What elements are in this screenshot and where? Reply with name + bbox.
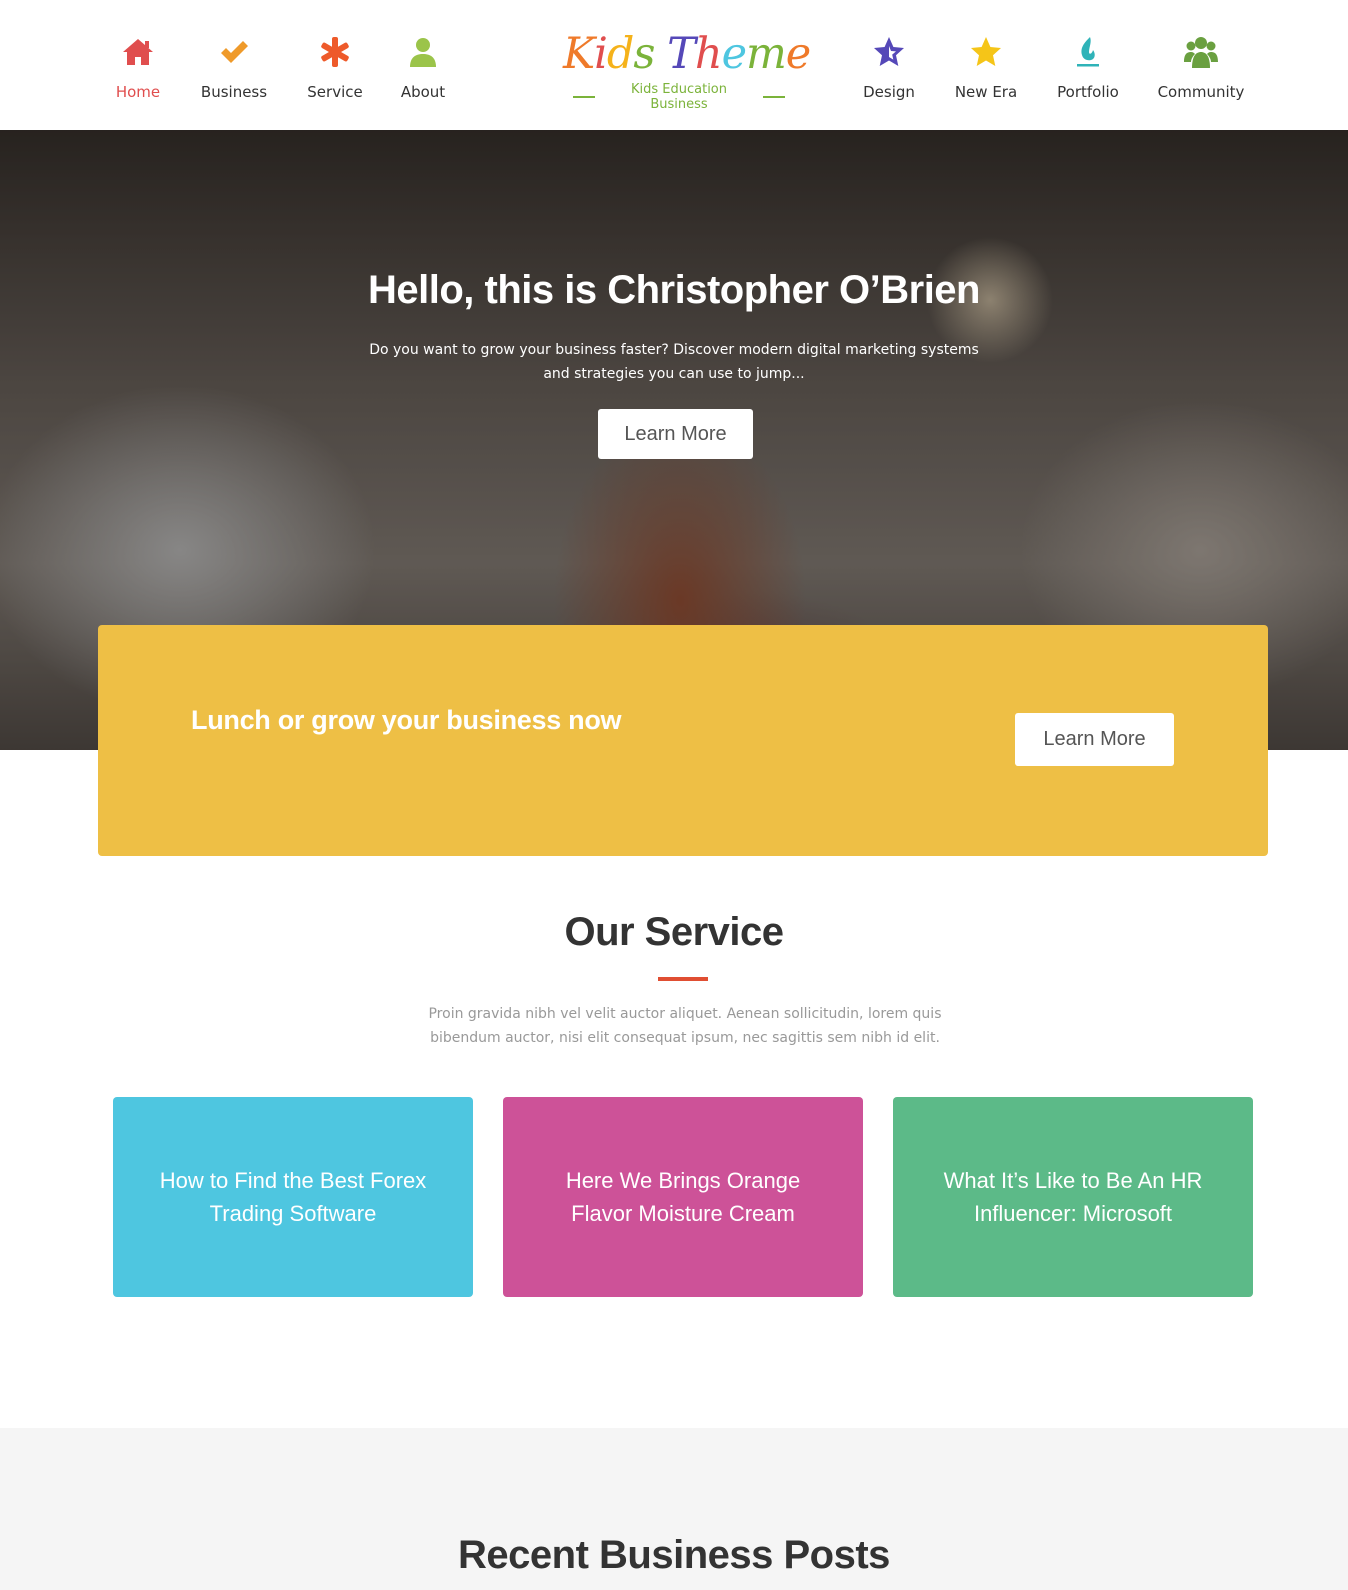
nav-label-design: Design [863,83,915,101]
user-icon [368,34,478,74]
service-card-title: What It’s Like to Be An HR Influencer: M… [943,1168,1203,1226]
star-outline-icon [834,34,944,74]
nav-item-home[interactable]: Home [83,34,193,101]
nav-item-portfolio[interactable]: Portfolio [1033,34,1143,101]
logo-subtitle: Kids Education Business [630,82,727,112]
recent-posts-title: Recent Business Posts [458,1533,890,1577]
users-icon [1146,34,1256,74]
logo-divider-left [573,96,596,98]
nav-item-design[interactable]: Design [834,34,944,101]
nav-label-home: Home [115,83,161,101]
nav-item-community[interactable]: Community [1146,34,1256,101]
flame-icon [1033,34,1143,74]
check-icon [179,34,289,74]
hero-description: Do you want to grow your business faster… [369,342,979,382]
cta-banner: Lunch or grow your business now Learn Mo… [98,625,1268,856]
service-section-title: Our Service [564,910,784,954]
hero-title: Hello, this is Christopher O’Brien [368,268,980,312]
nav-label-community: Community [1157,83,1245,101]
service-card-cream[interactable]: Here We Brings Orange Flavor Moisture Cr… [503,1097,863,1297]
nav-item-about[interactable]: About [368,34,478,101]
section-divider [658,977,708,981]
nav-item-business[interactable]: Business [179,34,289,101]
site-logo[interactable]: Kids Theme Kids Education Business [563,26,811,112]
service-card-title: Here We Brings Orange Flavor Moisture Cr… [565,1168,801,1226]
service-description: Proin gravida nibh vel velit auctor aliq… [428,1006,942,1046]
nav-label-new-era: New Era [954,83,1018,101]
nav-label-about: About [400,83,446,101]
nav-item-new-era[interactable]: New Era [931,34,1041,101]
nav-label-portfolio: Portfolio [1057,83,1119,101]
cta-learn-more-button[interactable]: Learn More [1015,713,1174,766]
service-card-title: How to Find the Best Forex Trading Softw… [159,1168,427,1226]
nav-label-business: Business [200,83,268,101]
cta-title: Lunch or grow your business now [191,705,622,735]
hero-learn-more-button[interactable]: Learn More [598,409,753,459]
service-card-forex[interactable]: How to Find the Best Forex Trading Softw… [113,1097,473,1297]
site-header: Home Business Service About Kids Theme K… [0,0,1348,130]
logo-divider-right [762,96,785,98]
service-card-hr[interactable]: What It’s Like to Be An HR Influencer: M… [893,1097,1253,1297]
home-icon [83,34,193,74]
logo-title: Kids Theme [563,29,811,79]
recent-posts-section: Recent Business Posts [0,1428,1348,1590]
star-icon [931,34,1041,74]
